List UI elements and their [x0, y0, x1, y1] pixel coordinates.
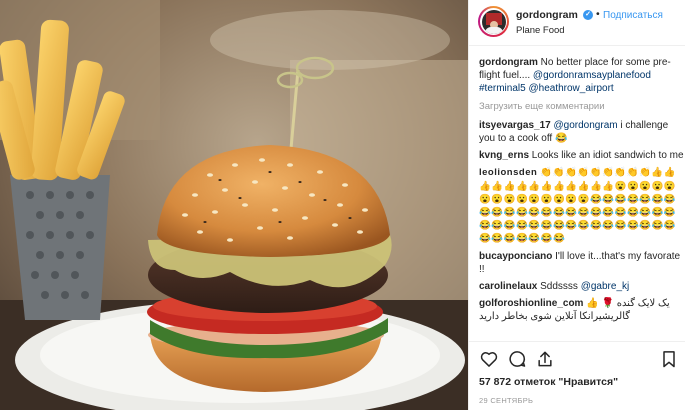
comment-item: leolionsden 👏👏👏👏👏👏👏👏👏👍👍👍👍👍👍👍👍👍👍👍👍👍😮😮😮😮😮😮… — [479, 166, 684, 245]
caption-mention-planefood[interactable]: @gordonramsayplanefood — [533, 70, 651, 81]
follow-button[interactable]: Подписаться — [603, 10, 663, 21]
verified-badge-icon: ✓ — [583, 10, 593, 20]
post-photo[interactable] — [0, 0, 468, 410]
caption-hashtag-terminal5[interactable]: #terminal5 — [479, 83, 526, 94]
comment-bubble-icon[interactable] — [507, 349, 527, 369]
comment-text: Sddssss — [537, 281, 581, 293]
comment-item: carolinelaux Sddssss @gabre_kj — [479, 280, 684, 293]
share-arrow-icon[interactable] — [535, 349, 555, 369]
divider — [469, 341, 685, 342]
comment-username[interactable]: carolinelaux — [479, 281, 537, 292]
comment-username[interactable]: leolionsden — [479, 167, 537, 178]
location-link[interactable]: Plane Food — [516, 25, 565, 36]
comment-item: golforoshionline_com 👍 یک لایک گنده 🌹 گا… — [479, 297, 684, 323]
comment-mention[interactable]: @gordongram — [554, 120, 618, 131]
comment-username[interactable]: itsyevargas_17 — [479, 120, 551, 131]
comment-username[interactable]: bucayponciano — [479, 251, 552, 262]
comment-item: bucayponciano I'll love it...that's my f… — [479, 250, 684, 276]
comment-text: Looks like an idiot sandwich to me — [529, 150, 684, 162]
comment-username[interactable]: kvng_erns — [479, 150, 529, 161]
action-bar — [479, 349, 679, 369]
comment-mention[interactable]: @gabre_kj — [581, 281, 630, 292]
load-more-comments-button[interactable]: Загрузить еще комментарии — [479, 100, 684, 113]
caption-username[interactable]: gordongram — [479, 57, 538, 68]
caption-mention-heathrow[interactable]: @heathrow_airport — [528, 83, 613, 94]
comment-item: kvng_erns Looks like an idiot sandwich t… — [479, 149, 684, 162]
heart-outline-icon[interactable] — [479, 349, 499, 369]
comment-item: itsyevargas_17 @gordongram i challenge y… — [479, 119, 684, 145]
caption: gordongram No better place for some pre-… — [479, 56, 684, 96]
username-link[interactable]: gordongram — [516, 9, 578, 21]
avatar[interactable] — [478, 6, 509, 37]
separator-dot: • — [596, 8, 600, 20]
comment-username[interactable]: golforoshionline_com — [479, 298, 583, 309]
comment-text: 👏👏👏👏👏👏👏👏👏👍👍👍👍👍👍👍👍👍👍👍👍👍😮😮😮😮😮😮😮😮😮😮😮😮😮😮😂😂😂😂… — [479, 167, 677, 245]
bookmark-icon[interactable] — [659, 349, 679, 369]
burger-photo-illustration — [0, 0, 468, 410]
post-header: gordongram ✓ • Подписаться Plane Food — [469, 0, 685, 46]
comments-list[interactable]: gordongram No better place for some pre-… — [479, 56, 684, 346]
post-date: 29 СЕНТЯБРЬ — [479, 396, 534, 405]
likes-count[interactable]: 57 872 отметок "Нравится" — [479, 376, 618, 388]
post-side-panel: gordongram ✓ • Подписаться Plane Food go… — [468, 0, 685, 410]
